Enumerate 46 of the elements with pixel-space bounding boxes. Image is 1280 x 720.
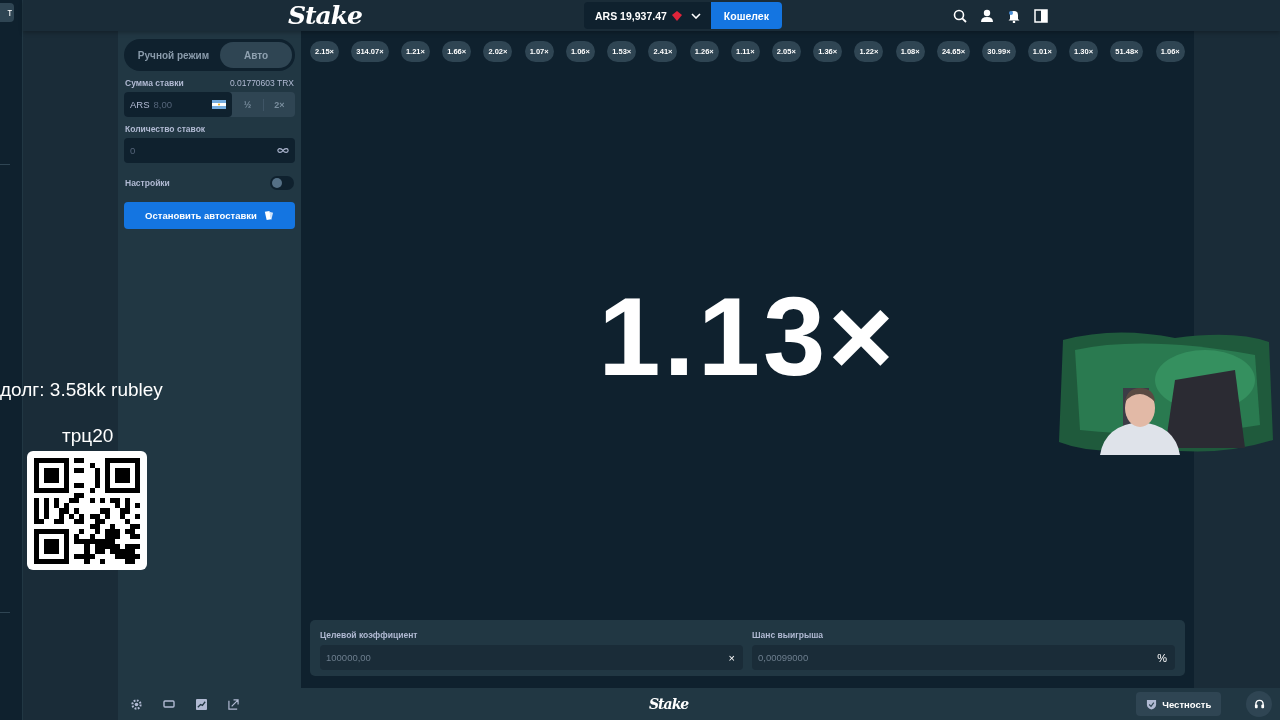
external-link-icon[interactable] xyxy=(228,698,239,710)
qr-code-icon xyxy=(34,457,140,564)
multiplier-result: 1.13× xyxy=(598,272,897,401)
wallet-button[interactable]: Кошелек xyxy=(710,2,782,29)
field-label: Шанс выигрыша xyxy=(752,630,824,640)
caret-icon xyxy=(690,12,701,19)
field-label: Сумма ставки xyxy=(125,78,184,88)
input-field[interactable]: 0,00099000 % xyxy=(752,645,1175,670)
shield-icon xyxy=(1146,698,1158,710)
infinity-icon xyxy=(277,147,289,154)
conversion-text: 0.01770603 TRX xyxy=(229,78,294,88)
overlay-text: долг: 3.58kk rubley xyxy=(0,379,163,401)
field-suffix: × xyxy=(728,651,735,664)
search-icon[interactable] xyxy=(952,8,967,23)
amount-value: 8,00 xyxy=(153,99,173,110)
stop-autobet-button[interactable]: Остановить автоставки xyxy=(124,202,295,229)
currency-label: ARS xyxy=(130,99,150,110)
theatre-mode-icon[interactable] xyxy=(163,700,175,708)
field-value: 0,00099000 xyxy=(758,652,809,663)
mode-tab[interactable]: Ручной режим xyxy=(127,42,220,68)
field-label: Целевой коэффициент xyxy=(320,630,419,640)
settings-icon[interactable] xyxy=(131,698,142,710)
sidebar-button[interactable]: т xyxy=(0,3,14,22)
overlay-text: трц20 xyxy=(62,425,114,447)
bet-amount-field[interactable]: ARS 8,00 xyxy=(124,92,232,117)
flag-icon xyxy=(212,100,226,109)
stake-logo[interactable]: Stake xyxy=(288,1,363,30)
settings-toggle[interactable] xyxy=(270,176,294,190)
stake-logo: Stake xyxy=(649,696,689,712)
support-button[interactable] xyxy=(1246,691,1272,717)
headset-icon xyxy=(1253,698,1265,710)
field-value: 100000,00 xyxy=(326,652,371,663)
bell-icon[interactable] xyxy=(1006,8,1021,23)
balance-dropdown[interactable]: ARS 19,937.47 xyxy=(584,2,711,29)
user-icon[interactable] xyxy=(979,8,994,23)
field-label: Количество ставок xyxy=(125,124,206,134)
input-field[interactable]: 100000,00 × xyxy=(320,645,743,670)
mode-tab[interactable]: Авто xyxy=(220,42,292,68)
coin-icon xyxy=(671,10,682,21)
field-suffix: % xyxy=(1157,651,1167,664)
cards-icon xyxy=(262,210,274,221)
settings-label: Настройки xyxy=(125,178,170,188)
chart-icon[interactable] xyxy=(196,698,207,710)
fairness-button[interactable]: Честность xyxy=(1136,692,1222,716)
count-value: 0 xyxy=(130,145,136,156)
sidebar-toggle-icon[interactable] xyxy=(1033,8,1048,23)
